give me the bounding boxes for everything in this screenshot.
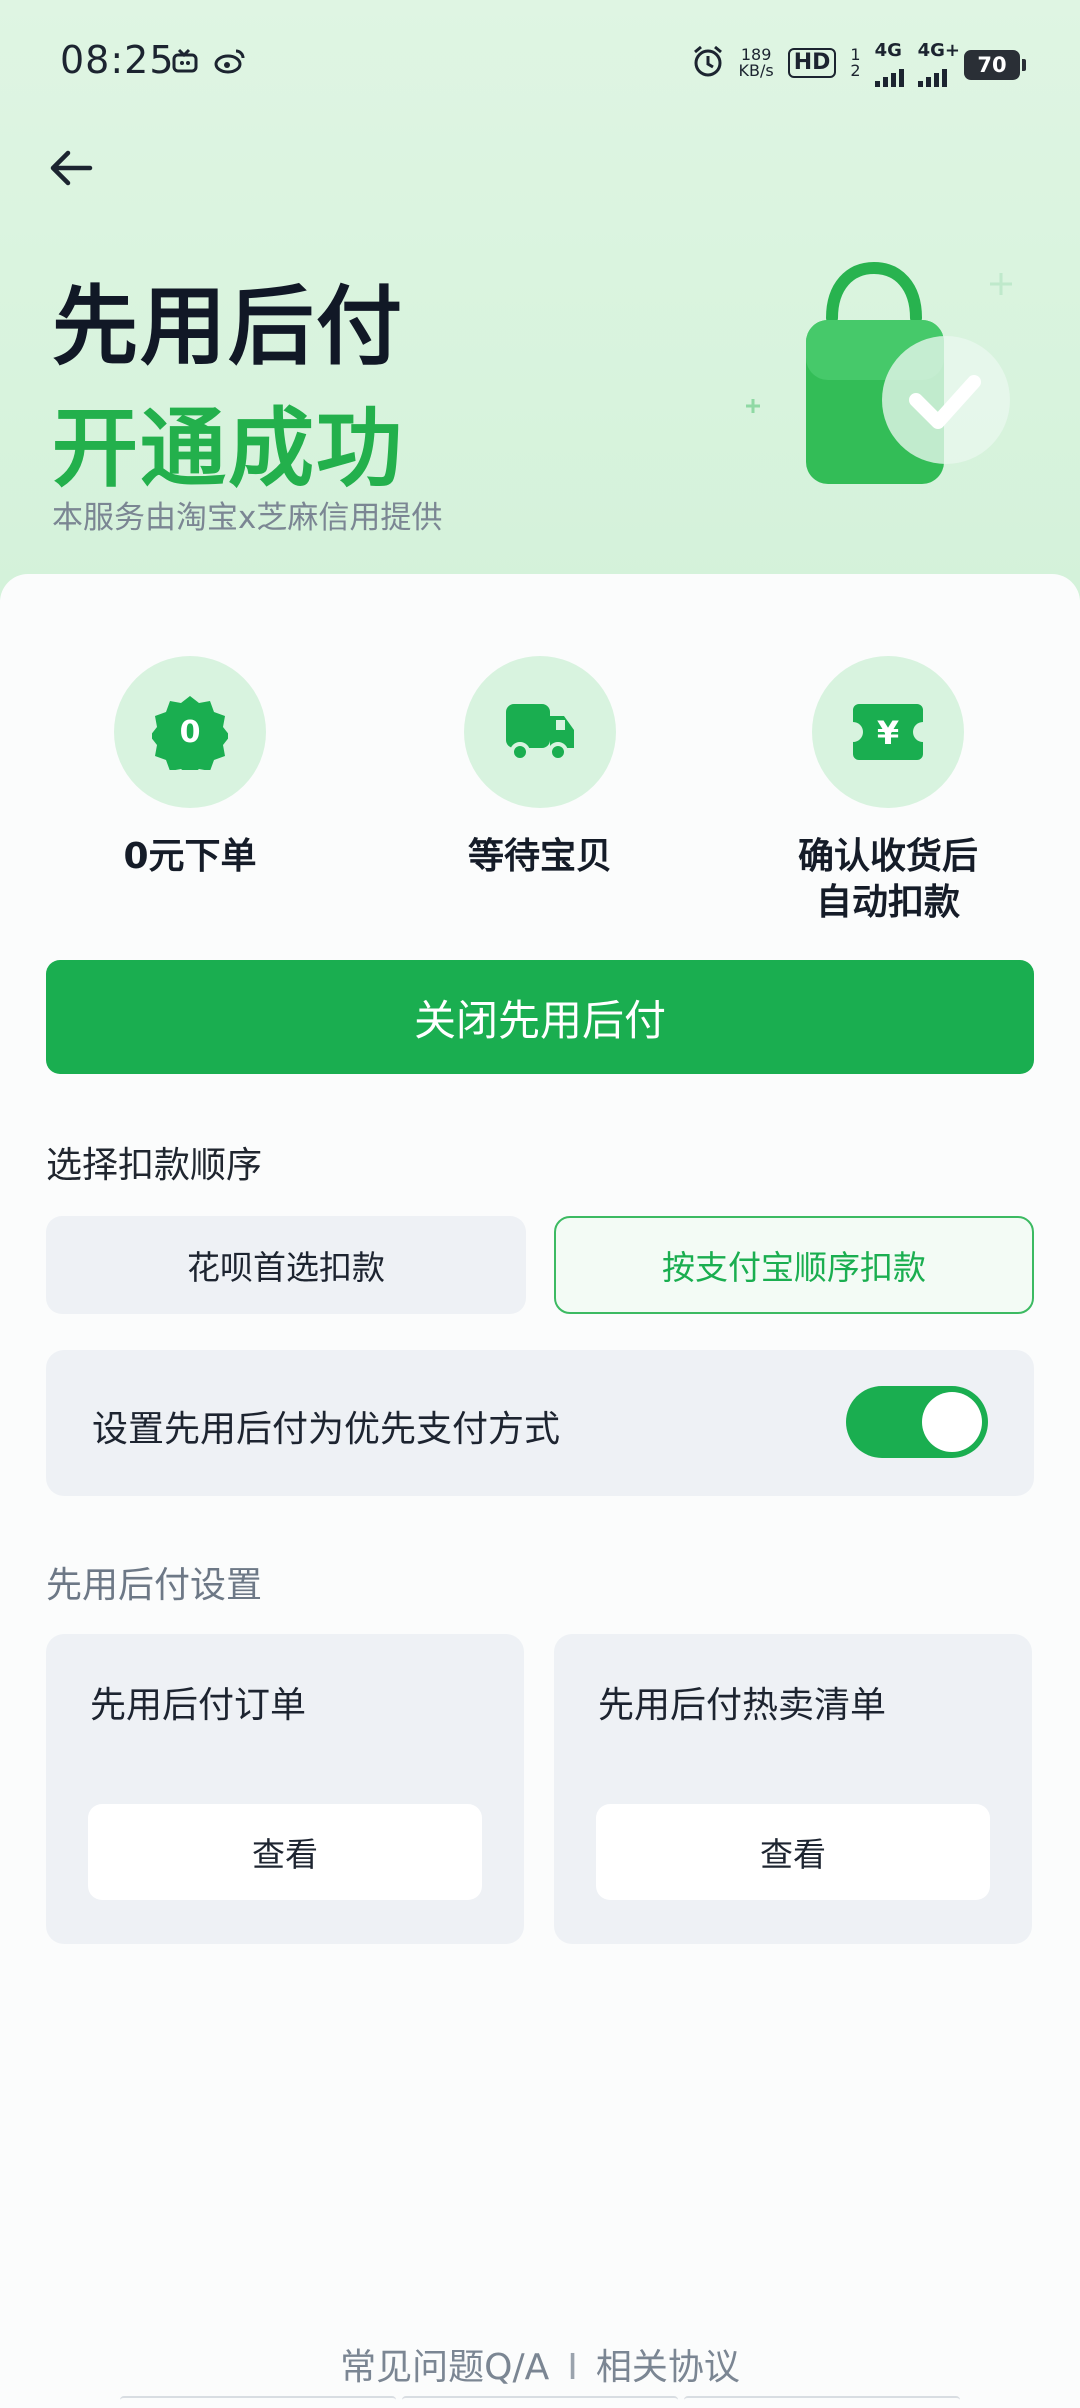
footer-separator: I xyxy=(567,2347,578,2388)
alarm-icon xyxy=(691,44,725,82)
tv-app-icon xyxy=(172,44,198,78)
step-zero-order: 0 0元下单 xyxy=(50,656,330,880)
bottom-divider xyxy=(120,2396,960,2404)
yen-ticket-icon: ¥ xyxy=(853,704,923,760)
huabei-first-option[interactable]: 花呗首选扣款 xyxy=(46,1216,526,1314)
truck-icon xyxy=(506,704,574,762)
step-label: 确认收货后 自动扣款 xyxy=(748,834,1028,926)
signal-2: 4G+ xyxy=(917,39,960,87)
step-icon-circle: ¥ xyxy=(812,656,964,808)
toggle-knob xyxy=(922,1392,982,1452)
page-title: 先用后付 xyxy=(52,277,404,377)
provider-note: 本服务由淘宝x芝麻信用提供 xyxy=(52,500,443,536)
weibo-icon xyxy=(214,44,246,78)
step-wait-goods: 等待宝贝 xyxy=(400,656,680,880)
hero-header: 08:25 189 KB/s HD 1 2 4G 4G+ 70 先用后付 开通成… xyxy=(0,0,1080,600)
net-speed: 189 KB/s xyxy=(739,47,774,79)
settings-section-label: 先用后付设置 xyxy=(46,1565,263,1606)
alipay-order-option[interactable]: 按支付宝顺序扣款 xyxy=(554,1216,1034,1314)
step-label: 0元下单 xyxy=(123,836,257,877)
yen-text: ¥ xyxy=(877,714,899,752)
deduction-order-label: 选择扣款顺序 xyxy=(46,1145,263,1186)
zero-badge-icon: 0 xyxy=(152,696,228,770)
battery-indicator: 70 xyxy=(964,50,1026,80)
hot-list-tile: 先用后付热卖清单 查看 xyxy=(554,1634,1032,1944)
step-label-line2: 自动扣款 xyxy=(815,882,960,923)
step-auto-deduct: ¥ 确认收货后 自动扣款 xyxy=(748,656,1028,926)
zero-badge-text: 0 xyxy=(180,715,201,750)
shopping-bag-check-icon xyxy=(732,258,1032,498)
step-label-line1: 确认收货后 xyxy=(797,836,978,877)
step-icon-circle xyxy=(464,656,616,808)
faq-link[interactable]: 常见问题Q/A xyxy=(340,2347,549,2388)
view-hot-list-button[interactable]: 查看 xyxy=(596,1804,990,1900)
signal-bars-icon xyxy=(874,61,904,87)
preferred-payment-toggle[interactable] xyxy=(846,1386,988,1458)
close-pay-later-button[interactable]: 关闭先用后付 xyxy=(46,960,1034,1074)
step-icon-circle: 0 xyxy=(114,656,266,808)
signal-1: 4G xyxy=(874,39,904,87)
signal-bars-icon xyxy=(917,61,947,87)
orders-tile: 先用后付订单 查看 xyxy=(46,1634,524,1944)
sim-indicator: 1 2 xyxy=(850,47,860,79)
hot-list-tile-title: 先用后付热卖清单 xyxy=(598,1685,887,1726)
status-indicators: 189 KB/s HD 1 2 4G 4G+ xyxy=(691,39,960,87)
success-subtitle: 开通成功 xyxy=(52,399,404,499)
preferred-payment-label: 设置先用后付为优先支付方式 xyxy=(92,1409,561,1450)
orders-tile-title: 先用后付订单 xyxy=(90,1685,307,1726)
status-bar: 08:25 189 KB/s HD 1 2 4G 4G+ 70 xyxy=(0,0,1080,130)
status-time: 08:25 xyxy=(60,38,175,82)
net2-label: 4G+ xyxy=(917,39,960,61)
step-label: 等待宝贝 xyxy=(467,836,612,877)
net-speed-unit: KB/s xyxy=(738,61,774,80)
preferred-payment-row: 设置先用后付为优先支付方式 xyxy=(46,1350,1034,1496)
sim2-label: 2 xyxy=(850,61,861,80)
back-button[interactable] xyxy=(44,138,104,198)
hd-badge: HD xyxy=(787,48,837,78)
agreement-link[interactable]: 相关协议 xyxy=(596,2347,740,2388)
page-root: 08:25 189 KB/s HD 1 2 4G 4G+ 70 先用后付 开通成… xyxy=(0,0,1080,2408)
arrow-left-icon xyxy=(50,150,93,186)
footer-links: 常见问题Q/A I 相关协议 xyxy=(0,2338,1080,2390)
net1-label: 4G xyxy=(874,39,902,61)
view-orders-button[interactable]: 查看 xyxy=(88,1804,482,1900)
